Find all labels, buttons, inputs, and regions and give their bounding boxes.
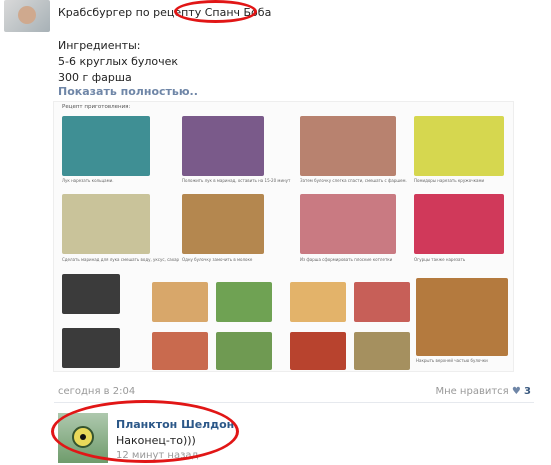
step-photo — [300, 116, 396, 176]
like-label: Мне нравится — [435, 386, 509, 397]
step-caption: Сделать маринад для лука смешать воду, у… — [62, 257, 180, 262]
step-caption: Огурцы также нарезать — [414, 257, 466, 262]
step-photo — [354, 282, 410, 322]
step-caption: Помидоры нарезать кружочками — [414, 178, 485, 183]
author-avatar[interactable] — [4, 0, 50, 32]
ingredients-list: Ингредиенты: 5-6 круглых булочек 300 г ф… — [58, 38, 178, 86]
step-photo — [62, 328, 120, 368]
step-photo — [414, 194, 504, 254]
step-caption: Затем булочку слегка спасти, смешать с ф… — [300, 178, 407, 183]
step-caption: Одну булочку замочить в молоке — [182, 257, 253, 262]
like-button[interactable]: Мне нравится ♥ 3 — [435, 386, 531, 397]
wall-post: Крабсбургер по рецепту Спанч Боба Ингред… — [0, 0, 551, 465]
post-timestamp[interactable]: сегодня в 2:04 — [58, 386, 135, 397]
step-photo — [182, 194, 264, 254]
red-highlight-oval — [51, 400, 239, 463]
step-photo — [182, 116, 264, 176]
red-highlight-oval — [174, 0, 257, 23]
step-photo — [62, 274, 120, 314]
ingredients-line: 300 г фарша — [58, 71, 132, 84]
step-caption: Из фарша сформировать плоские котлетки — [300, 257, 393, 262]
step-photo — [62, 116, 150, 176]
heart-icon: ♥ — [511, 386, 521, 397]
step-photo — [290, 282, 346, 322]
ingredients-line: Ингредиенты: — [58, 39, 141, 52]
step-caption: Положить лук в маринад, оставить на 15-2… — [182, 178, 291, 183]
step-photo — [62, 194, 150, 254]
step-photo — [300, 194, 396, 254]
step-caption: Накрыть верхней частью булочки — [416, 358, 488, 363]
step-photo — [416, 278, 508, 356]
recipe-title: Рецепт приготовления: — [62, 104, 131, 110]
step-photo — [414, 116, 504, 176]
like-count: 3 — [524, 386, 531, 397]
step-photo — [152, 332, 208, 370]
step-caption: Лук нарезать кольцами. — [62, 178, 114, 183]
step-photo — [216, 282, 272, 322]
show-more-link[interactable]: Показать полностью.. — [58, 85, 198, 98]
step-photo — [152, 282, 208, 322]
step-photo — [216, 332, 272, 370]
step-photo — [290, 332, 346, 370]
recipe-image[interactable]: Рецепт приготовления: Лук нарезать кольц… — [53, 101, 514, 372]
step-photo — [354, 332, 410, 370]
ingredients-line: 5-6 круглых булочек — [58, 55, 179, 68]
